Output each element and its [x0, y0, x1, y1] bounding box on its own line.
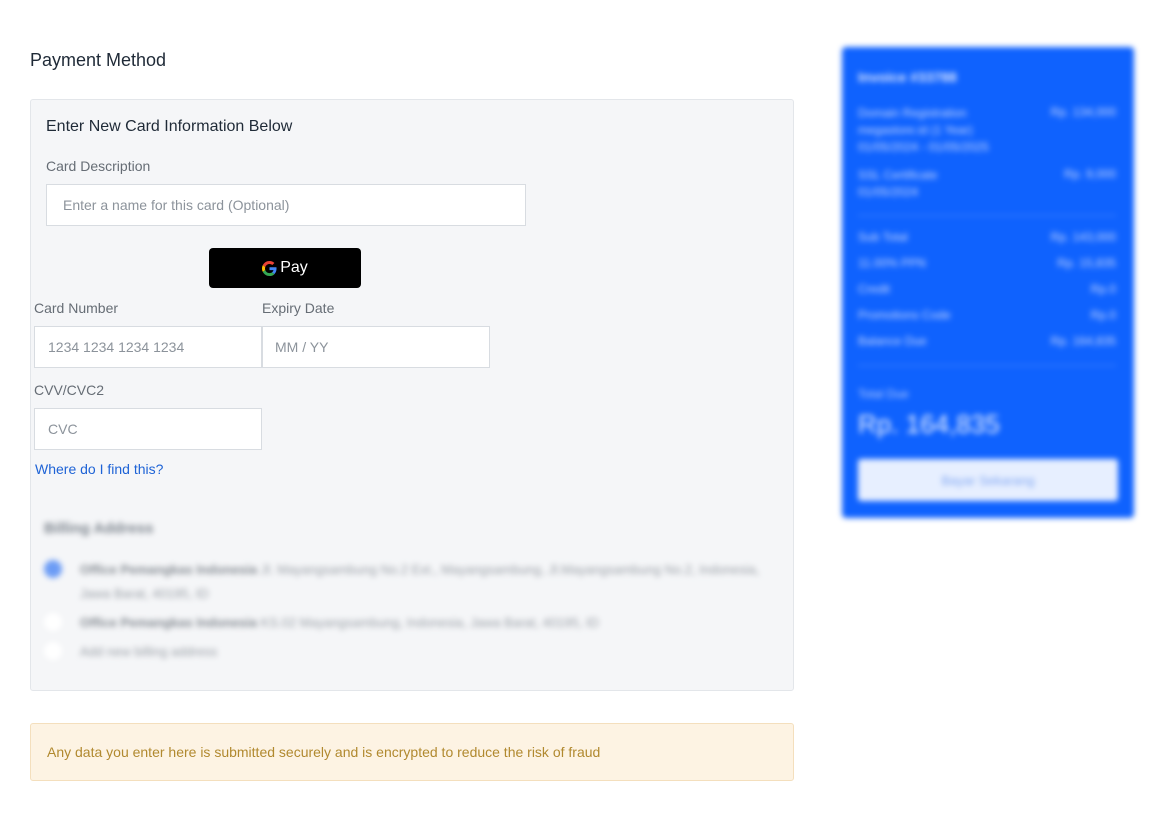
total-line-label: Sub Total — [858, 230, 908, 244]
billing-option-address: KS.02 Mayangsambung, Indonesia, Jawa Bar… — [260, 615, 599, 630]
card-number-input[interactable] — [34, 326, 262, 368]
invoice-title: Invoice #33788 — [858, 69, 957, 85]
divider — [858, 365, 1116, 366]
total-line-label: 11.00% PPN — [858, 256, 926, 270]
total-line-value: Rp. 15,835 — [1057, 256, 1116, 270]
total-line: 11.00% PPN Rp. 15,835 — [858, 256, 1116, 270]
total-due-label: Total Due — [858, 387, 909, 401]
panel-heading: Enter New Card Information Below — [46, 118, 293, 135]
expiry-date-label: Expiry Date — [262, 300, 335, 316]
total-due-value: Rp. 164,835 — [858, 409, 1000, 439]
billing-option-address: Add new billing address — [80, 644, 218, 659]
total-line-label: Balance Due — [858, 334, 927, 348]
total-line-value: Rp. 164,835 — [1050, 334, 1116, 348]
divider — [858, 215, 1116, 216]
card-information-panel: Enter New Card Information Below Card De… — [30, 99, 794, 691]
security-notice: Any data you enter here is submitted sec… — [30, 723, 794, 781]
card-description-label: Card Description — [46, 158, 151, 174]
billing-address-section: Billing Address Office Pemangkas Indones… — [31, 510, 793, 690]
total-line: Balance Due Rp. 164,835 — [858, 334, 1116, 348]
total-line: Sub Total Rp. 143,000 — [858, 230, 1116, 244]
billing-option[interactable]: Office Pemangkas Indonesia Jl. Mayangsam… — [44, 558, 774, 606]
total-line: Promotions Code Rp.0 — [858, 308, 1116, 322]
invoice-summary: Invoice #33788 Domain Registration megas… — [842, 47, 1134, 518]
page-title: Payment Method — [30, 50, 167, 70]
total-line-value: Rp.0 — [1090, 282, 1116, 296]
cvv-input[interactable] — [34, 408, 262, 450]
billing-option-name: Office Pemangkas Indonesia — [80, 562, 258, 577]
line-item-value: Rp. 9,000 — [1063, 167, 1116, 181]
card-number-label: Card Number — [34, 300, 119, 316]
line-item-label: SSL Certificate 01/05/2024 — [858, 168, 938, 199]
total-line-value: Rp.0 — [1090, 308, 1116, 322]
invoice-line-item: SSL Certificate 01/05/2024 Rp. 9,000 — [858, 167, 1116, 201]
total-line-label: Credit — [858, 282, 891, 296]
billing-option-name: Office Pemangkas Indonesia — [80, 615, 258, 630]
total-line: Credit Rp.0 — [858, 282, 1116, 296]
radio-selected-icon[interactable] — [44, 560, 62, 578]
billing-option[interactable]: Office Pemangkas Indonesia KS.02 Mayangs… — [44, 611, 774, 635]
cvv-label: CVV/CVC2 — [34, 382, 105, 398]
total-line-value: Rp. 143,000 — [1050, 230, 1116, 244]
google-pay-button[interactable]: Pay — [209, 248, 361, 288]
line-item-value: Rp. 134,000 — [1050, 105, 1116, 119]
google-pay-label: Pay — [280, 259, 308, 276]
billing-address-title: Billing Address — [44, 520, 154, 537]
line-item-label: Domain Registration megastore.id (1 Year… — [858, 106, 989, 154]
expiry-date-input[interactable] — [262, 326, 490, 368]
radio-icon[interactable] — [44, 613, 62, 631]
google-g-icon — [262, 260, 277, 276]
where-find-cvv-link[interactable]: Where do I find this? — [35, 461, 163, 477]
total-line-label: Promotions Code — [858, 308, 951, 322]
radio-icon[interactable] — [44, 642, 62, 660]
invoice-line-item: Domain Registration megastore.id (1 Year… — [858, 105, 1116, 156]
billing-option-add-new[interactable]: Add new billing address — [44, 640, 774, 664]
card-description-input[interactable] — [46, 184, 526, 226]
pay-now-button[interactable]: Bayar Sekarang — [858, 459, 1118, 501]
